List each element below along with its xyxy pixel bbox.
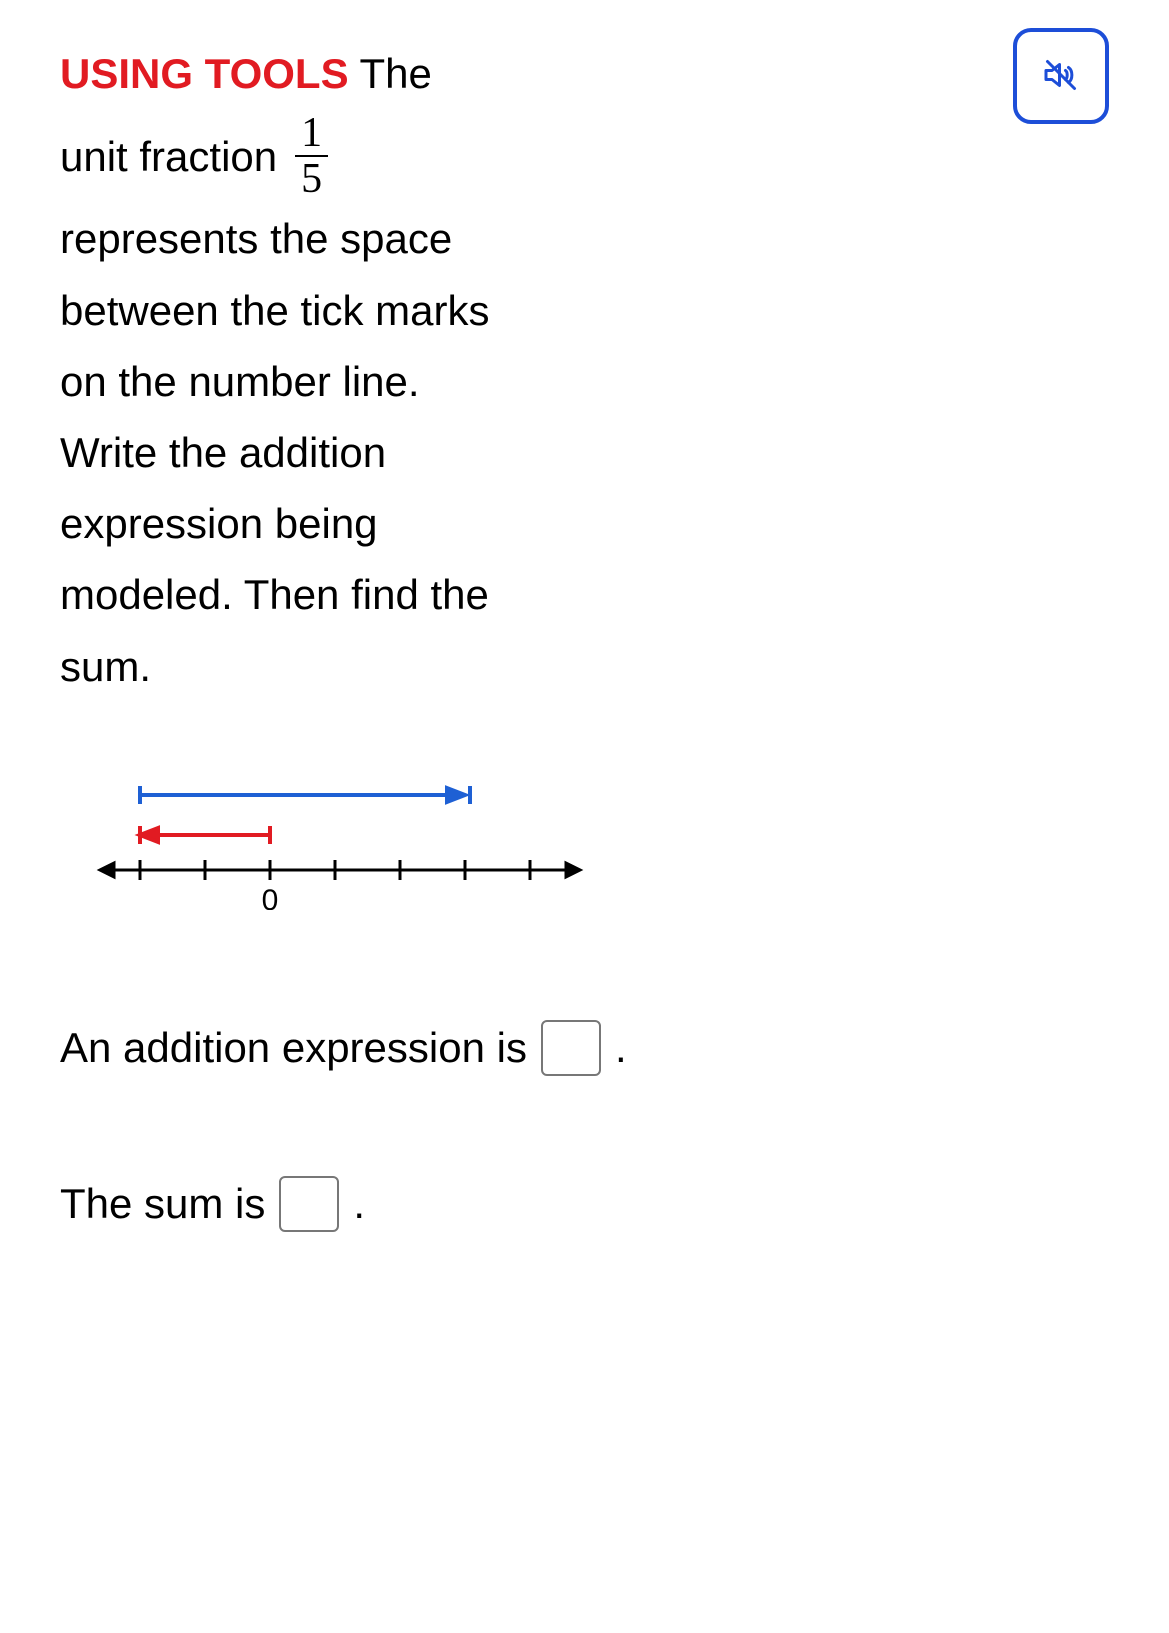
expression-input[interactable] <box>541 1020 601 1076</box>
tick-label-zero: 0 <box>262 884 279 910</box>
prompt-word-the: The <box>360 50 432 97</box>
prompt-line-6: modeled. Then find the <box>60 561 680 628</box>
prompt-line-1: represents the space <box>60 205 680 272</box>
prompt-line-7: sum. <box>60 633 680 700</box>
number-line-diagram: 0 <box>80 750 600 910</box>
expression-label: An addition expression is <box>60 1024 527 1072</box>
sum-input[interactable] <box>279 1176 339 1232</box>
fraction-numerator: 1 <box>295 111 328 155</box>
prompt-line-4: Write the addition <box>60 419 680 486</box>
fraction-one-fifth: 1 5 <box>295 111 328 201</box>
blue-vector <box>140 786 470 804</box>
prompt-unit-fraction: unit fraction <box>60 123 277 190</box>
heading: USING TOOLS <box>60 50 349 97</box>
prompt-line-3: on the number line. <box>60 348 680 415</box>
period-1: . <box>615 1024 627 1072</box>
fraction-denominator: 5 <box>295 157 328 201</box>
prompt-line-2: between the tick marks <box>60 277 680 344</box>
answer-sum-row: The sum is . <box>60 1176 1109 1232</box>
question-prompt: USING TOOLS The unit fraction 1 5 repres… <box>60 40 680 700</box>
period-2: . <box>353 1180 365 1228</box>
prompt-line-5: expression being <box>60 490 680 557</box>
audio-button[interactable] <box>1013 28 1109 124</box>
sum-label: The sum is <box>60 1180 265 1228</box>
answer-expression-row: An addition expression is . <box>60 1020 1109 1076</box>
red-vector <box>140 826 270 844</box>
audio-muted-icon <box>1043 57 1079 96</box>
